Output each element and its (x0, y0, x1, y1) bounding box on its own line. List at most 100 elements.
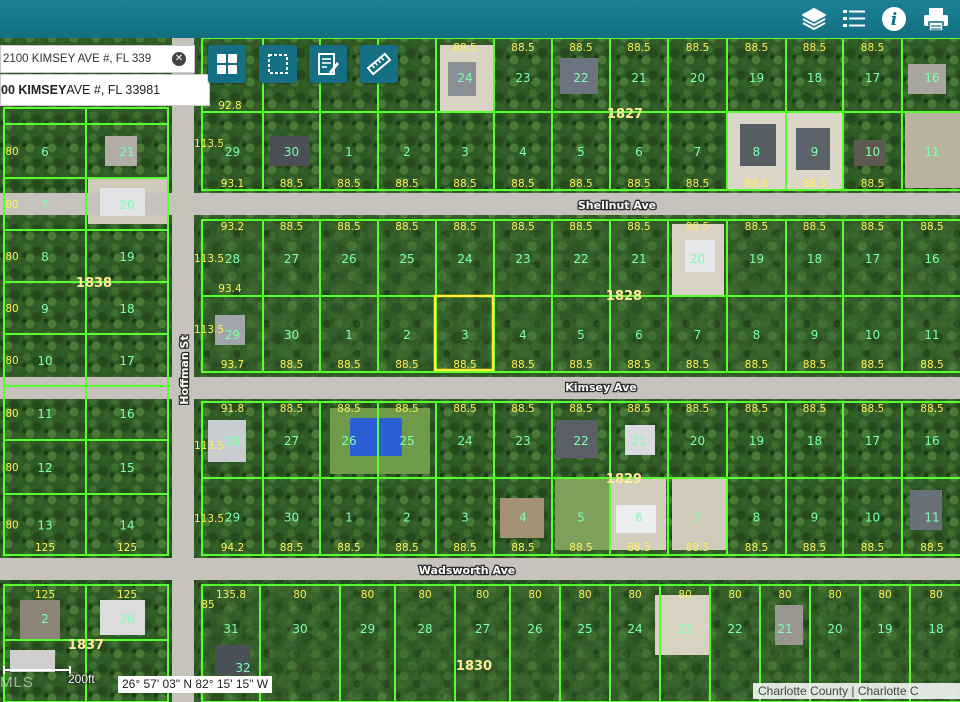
lot-dimension: 93.7 (221, 359, 244, 371)
lot-dimension: 88.5 (453, 178, 476, 190)
lot-number: 26 (341, 252, 356, 266)
lot-dimension: 88.5 (920, 403, 943, 415)
lot-dimension: 80 (5, 462, 18, 474)
info-icon[interactable]: i (878, 3, 910, 35)
lot-number: 18 (807, 252, 822, 266)
legend-list-icon[interactable] (838, 3, 870, 35)
lot-number: 25 (399, 434, 414, 448)
lot-number: 16 (924, 71, 939, 85)
lot-number: 11 (924, 145, 939, 159)
lot-dimension: 80 (361, 589, 374, 601)
svg-text:i: i (891, 10, 897, 30)
edit-icon[interactable] (309, 45, 347, 83)
lot-dimension: 88.5 (920, 221, 943, 233)
lot-dimension: 88.5 (337, 359, 360, 371)
lot-number: 19 (119, 250, 134, 264)
lot-number: 30 (284, 145, 299, 159)
lot-dimension: 113.5 (194, 440, 224, 452)
lot-dimension: 88.5 (280, 359, 303, 371)
lot-dimension: 125 (117, 542, 137, 554)
lot-number: 22 (573, 71, 588, 85)
lot-dimension: 113.5 (194, 513, 224, 525)
select-icon[interactable] (259, 45, 297, 83)
lot-number: 21 (631, 434, 646, 448)
scale-label: 200ft (68, 672, 95, 686)
coordinate-readout: 26° 57' 03" N 82° 15' 15" W (118, 676, 273, 693)
lot-number: 6 (635, 145, 643, 159)
lot-number: 18 (807, 71, 822, 85)
lot-number: 13 (37, 519, 52, 533)
lot-dimension: 80 (5, 355, 18, 367)
lot-dimension: 80 (5, 520, 18, 532)
lot-dimension: 88.5 (686, 359, 709, 371)
lot-number: 20 (827, 622, 842, 636)
layers-icon[interactable] (798, 3, 830, 35)
lot-dimension: 88.5 (453, 403, 476, 415)
map-view[interactable]: 24 23 22 21 20 19 18 17 16 88.5 88.5 88.5 88.5 88.5 88… (0, 38, 960, 702)
lot-number: 29 (225, 328, 240, 342)
street-wadsworth: Wadsworth Ave (419, 564, 515, 577)
lot-dimension: 93.4 (218, 283, 242, 295)
lot-number: 15 (119, 461, 134, 475)
lot-number: 5 (577, 511, 585, 525)
lot-dimension: 88.5 (395, 221, 418, 233)
lot-number: 27 (475, 622, 490, 636)
lot-dimension: 88.5 (627, 221, 650, 233)
lot-dimension: 88.5 (569, 359, 592, 371)
result-bold: 00 KIMSEY (1, 83, 67, 97)
lot-number: 20 (119, 198, 134, 212)
top-toolbar: i (0, 0, 960, 38)
attribution: Charlotte County | Charlotte C (753, 683, 960, 699)
lot-number: 23 (515, 252, 530, 266)
lot-number: 4 (519, 145, 527, 159)
clear-icon[interactable]: ✕ (172, 52, 186, 66)
lot-number: 17 (119, 354, 134, 368)
lot-number: 18 (807, 434, 822, 448)
search-input[interactable]: 2100 KIMSEY AVE #, FL 339 (1, 53, 151, 65)
print-icon[interactable] (920, 3, 952, 35)
parcel-map[interactable]: 24 23 22 21 20 19 18 17 1688.5 88.5 88.5 88.5 88.5 88… (0, 38, 960, 702)
lot-dimension: 88.5 (745, 221, 768, 233)
lot-dimension: 113.5 (194, 324, 224, 336)
lot-number: 19 (749, 252, 764, 266)
lot-number: 30 (284, 328, 299, 342)
lot-dimension: 80 (778, 589, 791, 601)
lot-number: 9 (811, 145, 819, 159)
measure-icon[interactable] (360, 45, 398, 83)
lot-dimension: 88.5 (803, 359, 826, 371)
lot-dimension: 80 (528, 589, 541, 601)
lot-dimension: 88.5 (569, 42, 592, 54)
lot-number: 14 (119, 519, 134, 533)
search-result[interactable]: 00 KIMSEY AVE #, FL 33981 (0, 74, 210, 106)
lot-dimension: 93.1 (221, 178, 244, 190)
lot-dimension: 94.2 (221, 542, 244, 554)
lot-number: 21 (631, 252, 646, 266)
lot-number: 27 (284, 434, 299, 448)
lot-dimension: 88.5 (920, 542, 943, 554)
lot-number: 24 (457, 434, 472, 448)
block-number: 1837 (68, 638, 104, 653)
lot-number: 8 (753, 328, 761, 342)
lot-number: 10 (865, 328, 880, 342)
lot-number: 3 (461, 511, 469, 525)
lot-dimension: 88.5 (337, 221, 360, 233)
street-hoffman: Hoffman St (178, 335, 191, 404)
lot-number: 8 (753, 511, 761, 525)
lot-dimension: 88.5 (861, 542, 884, 554)
block-number: 1829 (606, 472, 642, 487)
lot-dimension: 88.5 (395, 403, 418, 415)
block-number: 1830 (456, 659, 492, 674)
lot-dimension: 88.5 (627, 403, 650, 415)
search-box[interactable]: 2100 KIMSEY AVE #, FL 339 ✕ (0, 45, 195, 73)
lot-number: 18 (119, 302, 134, 316)
lot-number: 23 (677, 622, 692, 636)
lot-dimension: 80 (476, 589, 489, 601)
lot-dimension: 88.5 (745, 403, 768, 415)
lot-dimension: 88.5 (511, 178, 534, 190)
lot-number: 24 (627, 622, 642, 636)
grid-icon[interactable] (208, 45, 246, 83)
lot-number: 21 (631, 71, 646, 85)
lot-number: 25 (399, 252, 414, 266)
street-kimsey: Kimsey Ave (565, 381, 637, 394)
lot-dimension: 80 (728, 589, 741, 601)
